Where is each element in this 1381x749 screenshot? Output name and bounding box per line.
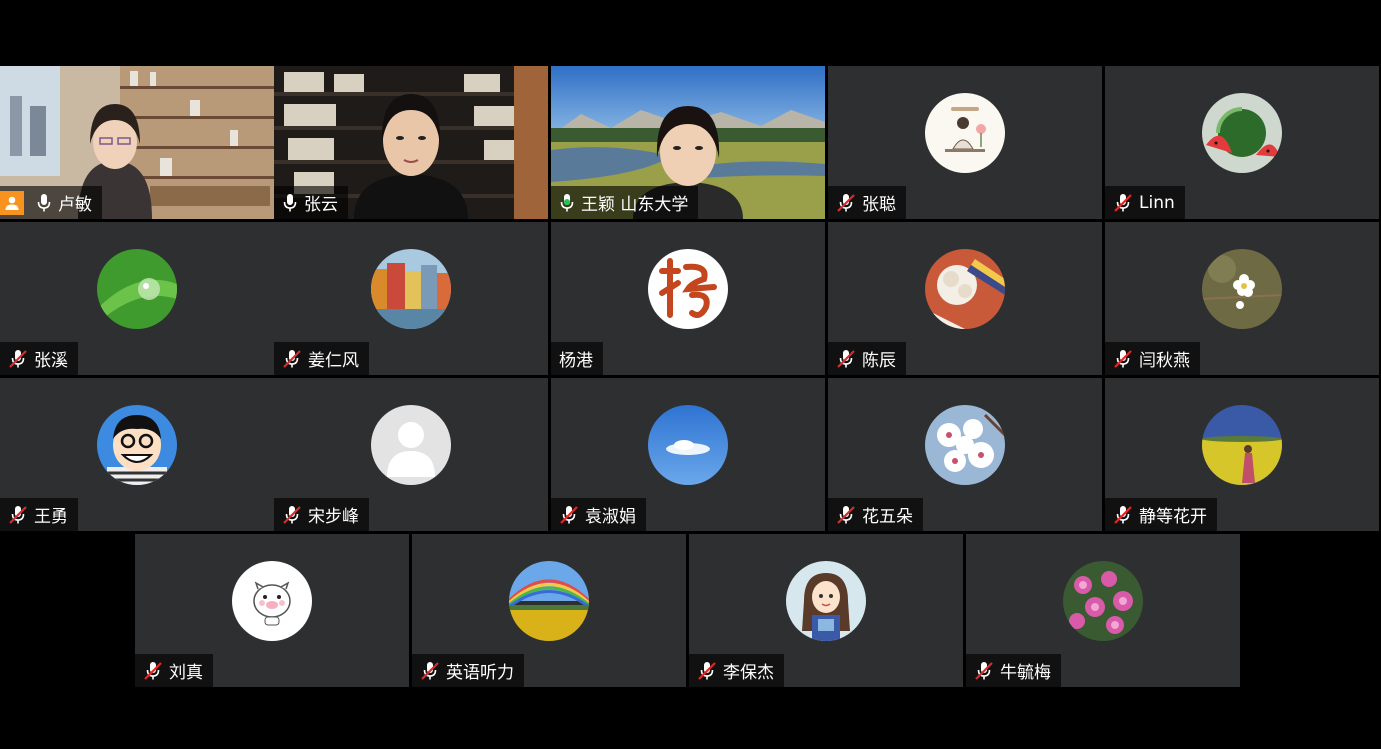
participant-name-label: Linn [1105, 186, 1185, 219]
cherry-blossom-icon [925, 405, 1005, 485]
participant-name-label: 卢敏 [0, 186, 102, 219]
participant-name: 刘真 [169, 663, 203, 683]
participant-tile[interactable]: 花五朵 [828, 378, 1102, 531]
participant-name-label: 牛毓梅 [966, 654, 1061, 687]
participant-name-label: 姜仁风 [274, 342, 369, 375]
mic-icon [36, 193, 52, 213]
participant-tile[interactable]: 李保杰 [689, 534, 963, 687]
participant-name-label: 张溪 [0, 342, 78, 375]
mic-muted-icon [836, 193, 856, 213]
flower-bouquet-icon [925, 249, 1005, 329]
mic-muted-icon [420, 661, 440, 681]
participant-tile[interactable]: 王勇 [0, 378, 274, 531]
participant-name-label: 刘真 [135, 654, 213, 687]
mic-muted-icon [143, 661, 163, 681]
participant-name-label: 静等花开 [1105, 498, 1217, 531]
participant-name: 英语听力 [446, 663, 514, 683]
participant-name-label: 王勇 [0, 498, 78, 531]
mic-muted-icon [282, 505, 302, 525]
participant-tile[interactable]: 王颖 山东大学 [551, 66, 825, 219]
participant-tile[interactable]: 卢敏 [0, 66, 274, 219]
watermelon-icon [1202, 93, 1282, 173]
rainbow-field-icon [509, 561, 589, 641]
mic-muted-icon [559, 505, 579, 525]
participant-name-label: 王颖 山东大学 [551, 186, 699, 219]
default-person-icon [371, 405, 451, 485]
host-person-icon [0, 190, 24, 215]
participant-name: 卢敏 [58, 195, 92, 215]
participant-tile[interactable]: 静等花开 [1105, 378, 1379, 531]
participant-tile[interactable]: 张溪 [0, 222, 274, 375]
mic-muted-icon [282, 349, 302, 369]
mic-muted-icon [1113, 505, 1133, 525]
participant-name: 张溪 [34, 351, 68, 371]
participant-name-label: 陈辰 [828, 342, 906, 375]
mic-icon [282, 193, 298, 213]
mic-muted-icon [836, 505, 856, 525]
mic-muted-icon [697, 661, 717, 681]
participant-name-label: 杨港 [551, 342, 603, 375]
participant-name: 杨港 [559, 351, 593, 371]
participant-tile[interactable]: 刘真 [135, 534, 409, 687]
meditation-illustration-icon [925, 93, 1005, 173]
participant-tile[interactable]: 宋步峰 [274, 378, 548, 531]
cute-pig-icon [232, 561, 312, 641]
cartoon-man-icon [97, 405, 177, 485]
calligraphy-yang-icon [648, 249, 728, 329]
water-drop-leaf-icon [97, 249, 177, 329]
participant-tile[interactable]: 杨港 [551, 222, 825, 375]
participant-name: 宋步峰 [308, 507, 359, 527]
participant-name-label: 英语听力 [412, 654, 524, 687]
mic-muted-icon [8, 505, 28, 525]
participant-name-label: 袁淑娟 [551, 498, 646, 531]
participant-name-label: 张聪 [828, 186, 906, 219]
participant-name: 陈辰 [862, 351, 896, 371]
participant-name-label: 宋步峰 [274, 498, 369, 531]
participant-tile[interactable]: 陈辰 [828, 222, 1102, 375]
mic-muted-icon [836, 349, 856, 369]
participant-tile[interactable]: 袁淑娟 [551, 378, 825, 531]
participant-tile[interactable]: 姜仁风 [274, 222, 548, 375]
mic-muted-icon [1113, 193, 1133, 213]
participant-name: 姜仁风 [308, 351, 359, 371]
cartoon-girl-icon [786, 561, 866, 641]
colorful-houses-icon [371, 249, 451, 329]
participant-name: 袁淑娟 [585, 507, 636, 527]
participant-name-label: 花五朵 [828, 498, 923, 531]
mic-muted-icon [974, 661, 994, 681]
participant-name: 王勇 [34, 507, 68, 527]
participant-name: 花五朵 [862, 507, 913, 527]
participant-name: 王颖 山东大学 [581, 195, 689, 215]
participant-name-label: 闫秋燕 [1105, 342, 1200, 375]
cloud-sky-icon [648, 405, 728, 485]
participant-tile[interactable]: Linn [1105, 66, 1379, 219]
participant-tile[interactable]: 张聪 [828, 66, 1102, 219]
participant-name: 牛毓梅 [1000, 663, 1051, 683]
mic-muted-icon [1113, 349, 1133, 369]
participant-name: 闫秋燕 [1139, 351, 1190, 371]
participant-tile[interactable]: 英语听力 [412, 534, 686, 687]
participant-name-label: 李保杰 [689, 654, 784, 687]
mic-speaking-icon [559, 193, 575, 213]
participant-name-label: 张云 [274, 186, 348, 219]
pink-flowers-icon [1063, 561, 1143, 641]
participant-name: 张聪 [862, 195, 896, 215]
participant-name: 李保杰 [723, 663, 774, 683]
participant-tile[interactable]: 闫秋燕 [1105, 222, 1379, 375]
participant-tile[interactable]: 张云 [274, 66, 548, 219]
participant-name: 静等花开 [1139, 507, 1207, 527]
participant-tile[interactable]: 牛毓梅 [966, 534, 1240, 687]
mic-muted-icon [8, 349, 28, 369]
participant-name: Linn [1139, 192, 1175, 213]
participant-name: 张云 [304, 195, 338, 215]
rapeseed-field-icon [1202, 405, 1282, 485]
white-blossom-icon [1202, 249, 1282, 329]
